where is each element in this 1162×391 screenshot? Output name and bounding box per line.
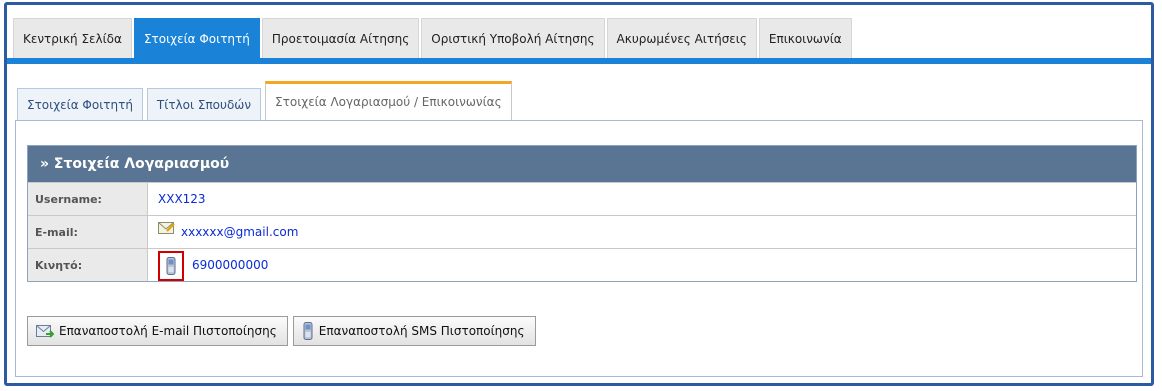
- nav-tab-cancelled-applications[interactable]: Ακυρωμένες Αιτήσεις: [606, 18, 757, 59]
- mobile-phone-icon: [303, 322, 313, 340]
- resend-sms-label: Επαναποστολή SMS Πιστοποίησης: [318, 324, 525, 338]
- nav-tab-prepare-application[interactable]: Προετοιμασία Αίτησης: [261, 18, 420, 59]
- nav-tab-final-submission[interactable]: Οριστική Υποβολή Αίτησης: [421, 18, 605, 59]
- subtab-student-details[interactable]: Στοιχεία Φοιτητή: [17, 88, 143, 121]
- mail-arrow-icon: [36, 325, 54, 338]
- panel-title: » Στοιχεία Λογαριασμού: [28, 146, 1136, 182]
- nav-tab-contact[interactable]: Επικοινωνία: [758, 18, 852, 59]
- email-link[interactable]: xxxxxx@gmail.com: [181, 225, 298, 239]
- username-label: Username:: [28, 183, 148, 215]
- username-row: Username: XXX123: [28, 182, 1136, 215]
- action-buttons: Επαναποστολή E-mail Πιστοποίησης Επαναπο…: [27, 316, 536, 346]
- account-details-panel: » Στοιχεία Λογαριασμού Username: XXX123 …: [27, 145, 1137, 282]
- subtab-degrees[interactable]: Τίτλοι Σπουδών: [146, 88, 262, 121]
- username-value: XXX123: [158, 192, 206, 206]
- mobile-row: Κινητό: 6900000000: [28, 248, 1136, 281]
- sub-tabs-area: Στοιχεία Φοιτητή Τίτλοι Σπουδών Στοιχεία…: [15, 78, 1143, 122]
- mobile-label: Κινητό:: [28, 249, 148, 281]
- email-value-cell: xxxxxx@gmail.com: [148, 216, 1136, 248]
- subtab-account-contact[interactable]: Στοιχεία Λογαριασμού / Επικοινωνίας: [265, 81, 512, 122]
- resend-email-button[interactable]: Επαναποστολή E-mail Πιστοποίησης: [27, 316, 288, 346]
- nav-underline: [7, 58, 1151, 64]
- mobile-value-cell: 6900000000: [148, 249, 1136, 281]
- email-label: E-mail:: [28, 216, 148, 248]
- page-frame: Κεντρική Σελίδα Στοιχεία Φοιτητή Προετοι…: [4, 2, 1154, 386]
- mail-icon: [158, 222, 175, 234]
- mobile-value: 6900000000: [192, 258, 269, 272]
- email-row: E-mail: xxxxxx@gmail.com: [28, 215, 1136, 248]
- resend-sms-button[interactable]: Επαναποστολή SMS Πιστοποίησης: [292, 316, 536, 346]
- sub-tabs: Στοιχεία Φοιτητή Τίτλοι Σπουδών Στοιχεία…: [15, 78, 1143, 122]
- nav-tab-home[interactable]: Κεντρική Σελίδα: [13, 18, 132, 59]
- mobile-phone-icon: [158, 251, 184, 281]
- resend-email-label: Επαναποστολή E-mail Πιστοποίησης: [59, 324, 277, 338]
- nav-tab-student-details[interactable]: Στοιχεία Φοιτητή: [133, 18, 260, 59]
- tab-content: » Στοιχεία Λογαριασμού Username: XXX123 …: [15, 120, 1143, 377]
